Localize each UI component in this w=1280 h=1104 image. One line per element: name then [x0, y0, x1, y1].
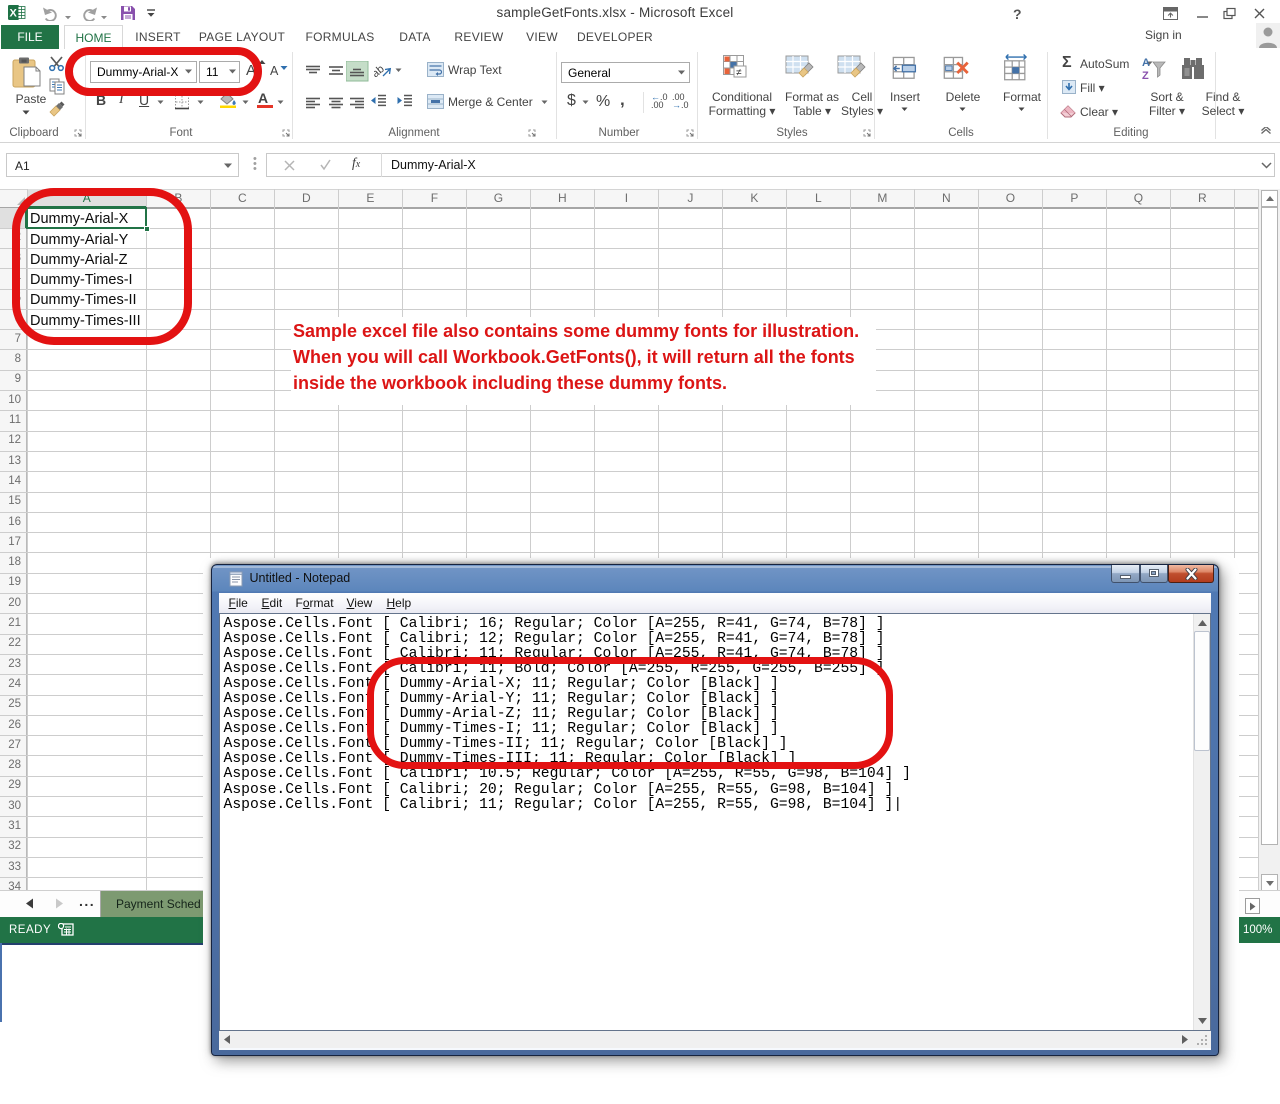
svg-text:A: A	[1142, 57, 1150, 69]
svg-text:≠: ≠	[736, 68, 742, 79]
svg-text:Z: Z	[1142, 70, 1149, 82]
svg-text:ab: ab	[374, 63, 387, 78]
